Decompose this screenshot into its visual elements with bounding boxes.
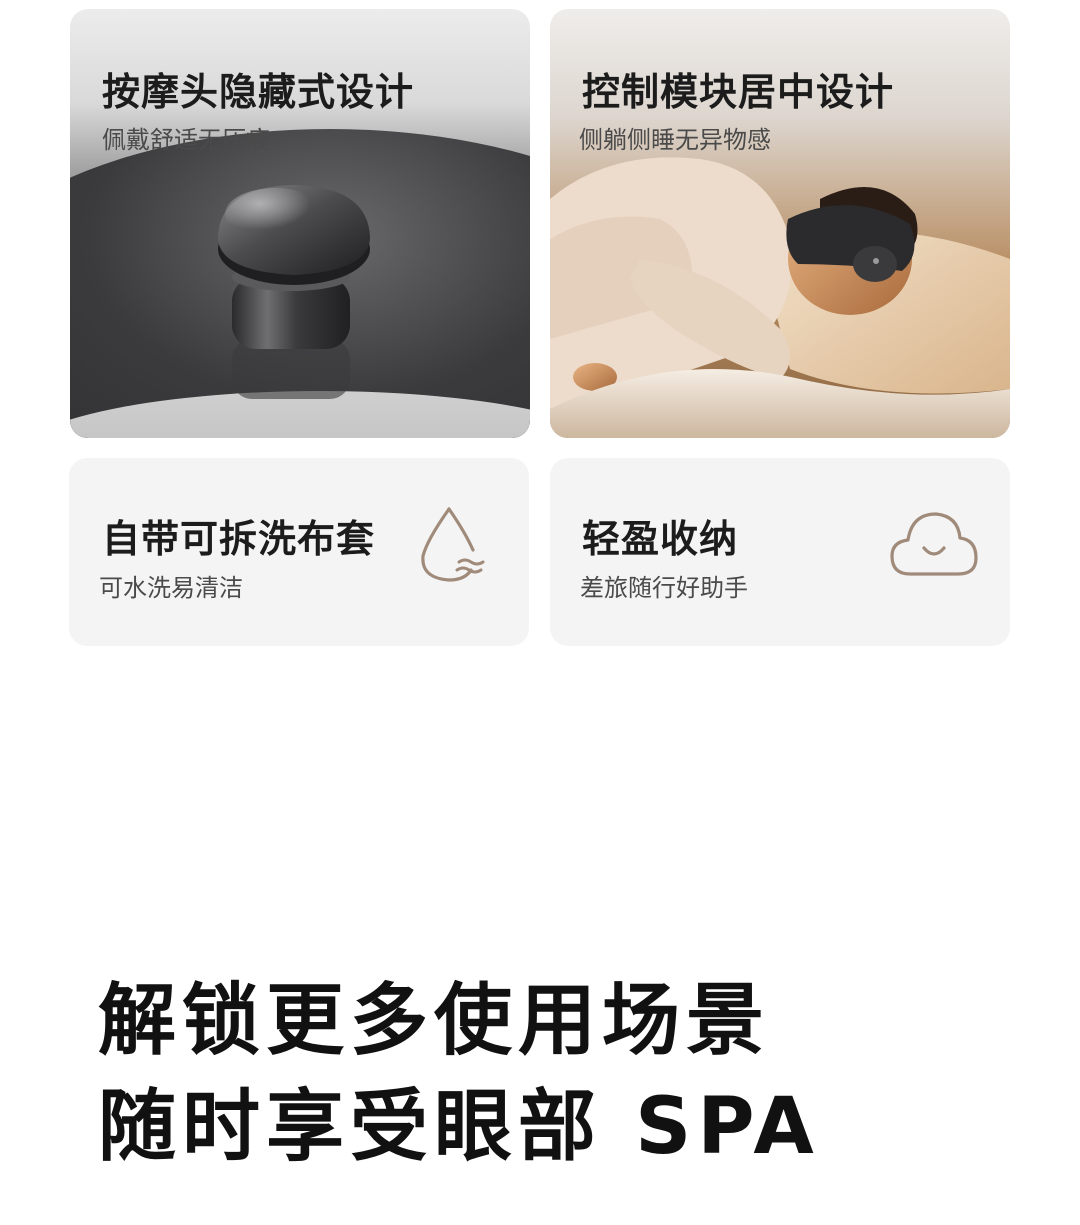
card-subtitle: 差旅随行好助手 bbox=[580, 574, 748, 602]
slogan-line-2: 随时享受眼部 SPA bbox=[98, 1082, 820, 1172]
control-module-card: 控制模块居中设计 侧躺侧睡无异物感 bbox=[550, 9, 1010, 438]
slogan-line-1: 解锁更多使用场景 bbox=[98, 976, 771, 1066]
card-title: 自带可拆洗布套 bbox=[102, 517, 376, 561]
card-subtitle: 侧躺侧睡无异物感 bbox=[579, 126, 771, 154]
smiling-cloud-icon bbox=[890, 512, 978, 576]
card-subtitle: 佩戴舒适无压痕 bbox=[102, 126, 270, 154]
lightweight-card: 轻盈收纳 差旅随行好助手 bbox=[550, 458, 1010, 646]
card-title: 控制模块居中设计 bbox=[582, 70, 895, 114]
card-title: 按摩头隐藏式设计 bbox=[102, 70, 415, 114]
washable-cover-card: 自带可拆洗布套 可水洗易清洁 bbox=[69, 458, 529, 646]
card-title: 轻盈收纳 bbox=[582, 517, 739, 561]
massage-head-card: 按摩头隐藏式设计 佩戴舒适无压痕 bbox=[70, 9, 530, 438]
card-subtitle: 可水洗易清洁 bbox=[99, 574, 243, 602]
water-drop-icon bbox=[421, 507, 485, 582]
